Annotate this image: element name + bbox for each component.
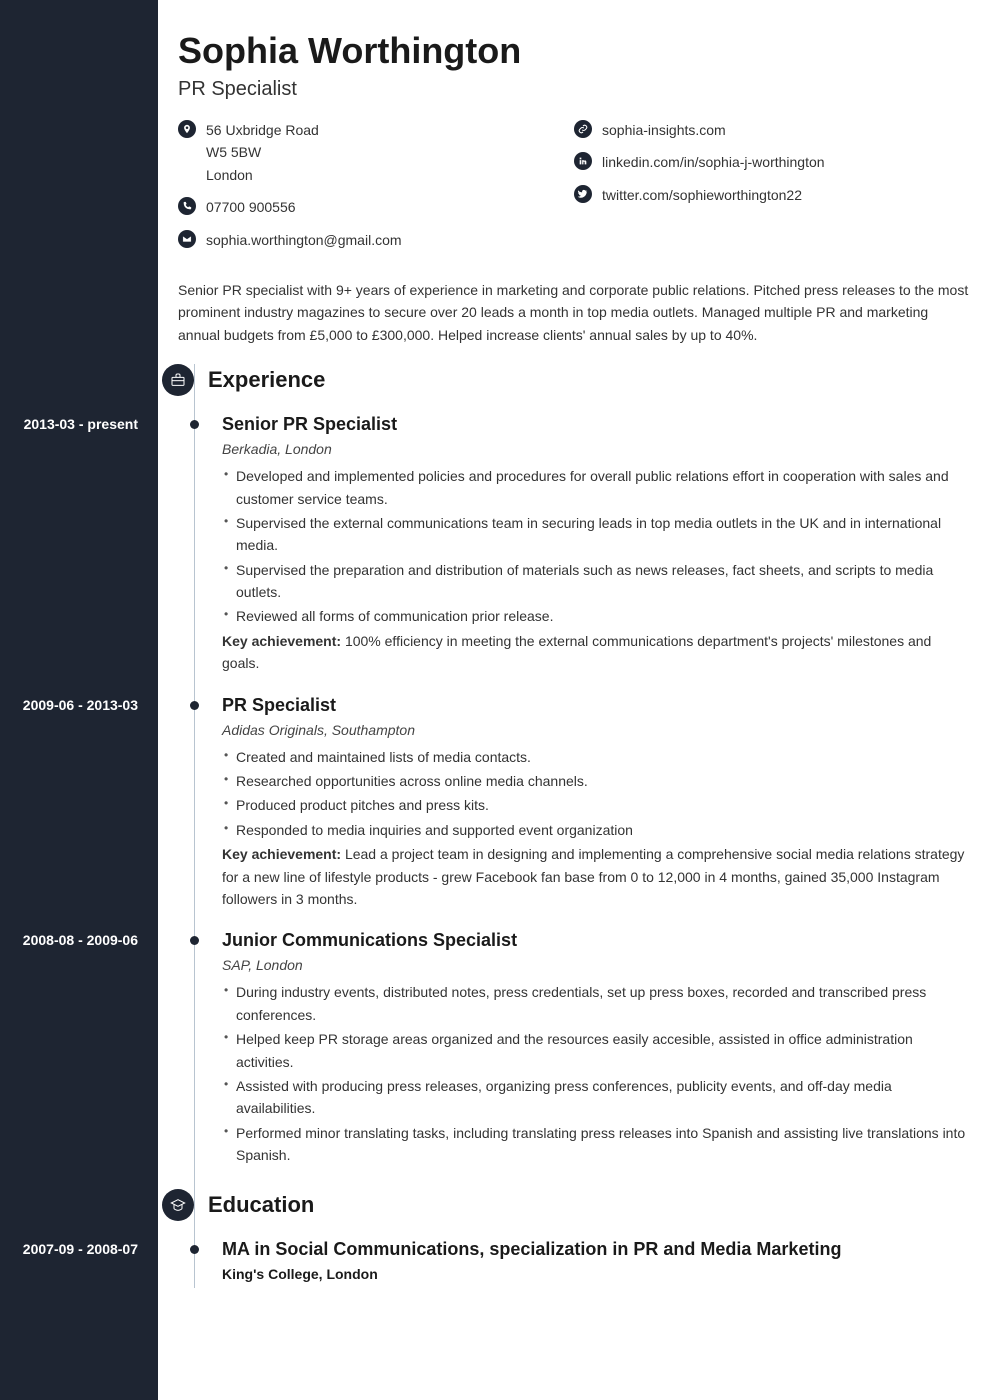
entry-company: Berkadia, London — [222, 441, 970, 457]
bullet: Helped keep PR storage areas organized a… — [222, 1028, 970, 1073]
link-icon — [574, 120, 592, 138]
bullet: Researched opportunities across online m… — [222, 770, 970, 792]
contact-row: 56 Uxbridge RoadW5 5BWLondon 07700 900556… — [158, 119, 970, 261]
bullet: Reviewed all forms of communication prio… — [222, 605, 970, 627]
education-title: Education — [208, 1192, 314, 1218]
bullet: Created and maintained lists of media co… — [222, 746, 970, 768]
timeline-dot — [190, 420, 199, 429]
entry-title: PR Specialist — [222, 695, 970, 716]
full-name: Sophia Worthington — [158, 30, 970, 72]
contact-text: linkedin.com/in/sophia-j-worthington — [602, 151, 825, 173]
experience-title: Experience — [208, 367, 325, 393]
contact-item: 07700 900556 — [178, 196, 574, 218]
bullet: During industry events, distributed note… — [222, 981, 970, 1026]
contact-item: sophia-insights.com — [574, 119, 970, 141]
timeline-dot — [190, 936, 199, 945]
contact-right: sophia-insights.com linkedin.com/in/sophi… — [574, 119, 970, 261]
entry-title: Senior PR Specialist — [222, 414, 970, 435]
graduation-cap-icon — [162, 1189, 194, 1221]
timeline-dot — [190, 701, 199, 710]
email-icon — [178, 230, 196, 248]
contact-item: twitter.com/sophieworthington22 — [574, 184, 970, 206]
contact-text: 07700 900556 — [206, 196, 296, 218]
entry-company: Adidas Originals, Southampton — [222, 722, 970, 738]
entry-achievement: Key achievement: Lead a project team in … — [222, 843, 970, 910]
bullet: Supervised the preparation and distribut… — [222, 559, 970, 604]
experience-entry: 2009-06 - 2013-03PR SpecialistAdidas Ori… — [158, 695, 970, 911]
contact-item: 56 Uxbridge RoadW5 5BWLondon — [178, 119, 574, 186]
entry-company: SAP, London — [222, 957, 970, 973]
main-content: Sophia Worthington PR Specialist 56 Uxbr… — [158, 0, 990, 1400]
linkedin-icon — [574, 152, 592, 170]
entry-bullets: Created and maintained lists of media co… — [222, 746, 970, 842]
twitter-icon — [574, 185, 592, 203]
contact-text: sophia.worthington@gmail.com — [206, 229, 402, 251]
bullet: Developed and implemented policies and p… — [222, 465, 970, 510]
experience-section: Experience 2013-03 - presentSenior PR Sp… — [158, 364, 970, 1287]
experience-entry: 2008-08 - 2009-06Junior Communications S… — [158, 930, 970, 1168]
entry-date: 2008-08 - 2009-06 — [0, 932, 148, 948]
location-icon — [178, 120, 196, 138]
timeline-dot — [190, 1245, 199, 1254]
entry-date: 2013-03 - present — [0, 416, 148, 432]
contact-item: linkedin.com/in/sophia-j-worthington — [574, 151, 970, 173]
entry-date: 2007-09 - 2008-07 — [0, 1241, 148, 1257]
bullet: Supervised the external communications t… — [222, 512, 970, 557]
contact-text: sophia-insights.com — [602, 119, 726, 141]
experience-header: Experience — [158, 364, 970, 396]
contact-text: 56 Uxbridge RoadW5 5BWLondon — [206, 119, 319, 186]
contact-text: twitter.com/sophieworthington22 — [602, 184, 802, 206]
bullet: Responded to media inquiries and support… — [222, 819, 970, 841]
education-entry: 2007-09 - 2008-07MA in Social Communicat… — [158, 1239, 970, 1288]
bullet: Produced product pitches and press kits. — [222, 794, 970, 816]
entry-date: 2009-06 - 2013-03 — [0, 697, 148, 713]
entry-bullets: Developed and implemented policies and p… — [222, 465, 970, 628]
contact-left: 56 Uxbridge RoadW5 5BWLondon 07700 900556… — [178, 119, 574, 261]
briefcase-icon — [162, 364, 194, 396]
summary-paragraph: Senior PR specialist with 9+ years of ex… — [158, 279, 970, 346]
contact-item: sophia.worthington@gmail.com — [178, 229, 574, 251]
bullet: Performed minor translating tasks, inclu… — [222, 1122, 970, 1167]
entry-achievement: Key achievement: 100% efficiency in meet… — [222, 630, 970, 675]
phone-icon — [178, 197, 196, 215]
entry-bullets: During industry events, distributed note… — [222, 981, 970, 1166]
job-title: PR Specialist — [158, 78, 970, 101]
entry-school: King's College, London — [222, 1266, 970, 1282]
bullet: Assisted with producing press releases, … — [222, 1075, 970, 1120]
education-header: Education — [158, 1189, 970, 1221]
entry-title: MA in Social Communications, specializat… — [222, 1239, 970, 1260]
experience-entry: 2013-03 - presentSenior PR SpecialistBer… — [158, 414, 970, 675]
entry-title: Junior Communications Specialist — [222, 930, 970, 951]
